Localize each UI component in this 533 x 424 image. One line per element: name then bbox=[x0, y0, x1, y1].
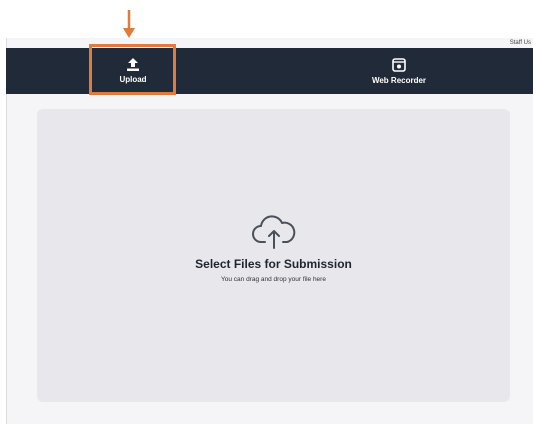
web-recorder-icon bbox=[392, 57, 406, 72]
tab-web-recorder-label: Web Recorder bbox=[371, 75, 427, 85]
staff-user-label[interactable]: Staff Us bbox=[510, 40, 531, 46]
down-arrow-icon bbox=[123, 10, 135, 38]
dropzone-title: Select Files for Submission bbox=[195, 257, 352, 271]
upload-highlight-box bbox=[89, 44, 176, 95]
top-navigation-bar: Upload Web Recorder bbox=[6, 48, 533, 94]
cloud-upload-icon bbox=[251, 215, 295, 249]
tab-web-recorder[interactable]: Web Recorder bbox=[359, 48, 439, 94]
dropzone-subtitle: You can drag and drop your file here bbox=[221, 276, 326, 283]
file-dropzone[interactable]: Select Files for Submission You can drag… bbox=[37, 109, 510, 402]
